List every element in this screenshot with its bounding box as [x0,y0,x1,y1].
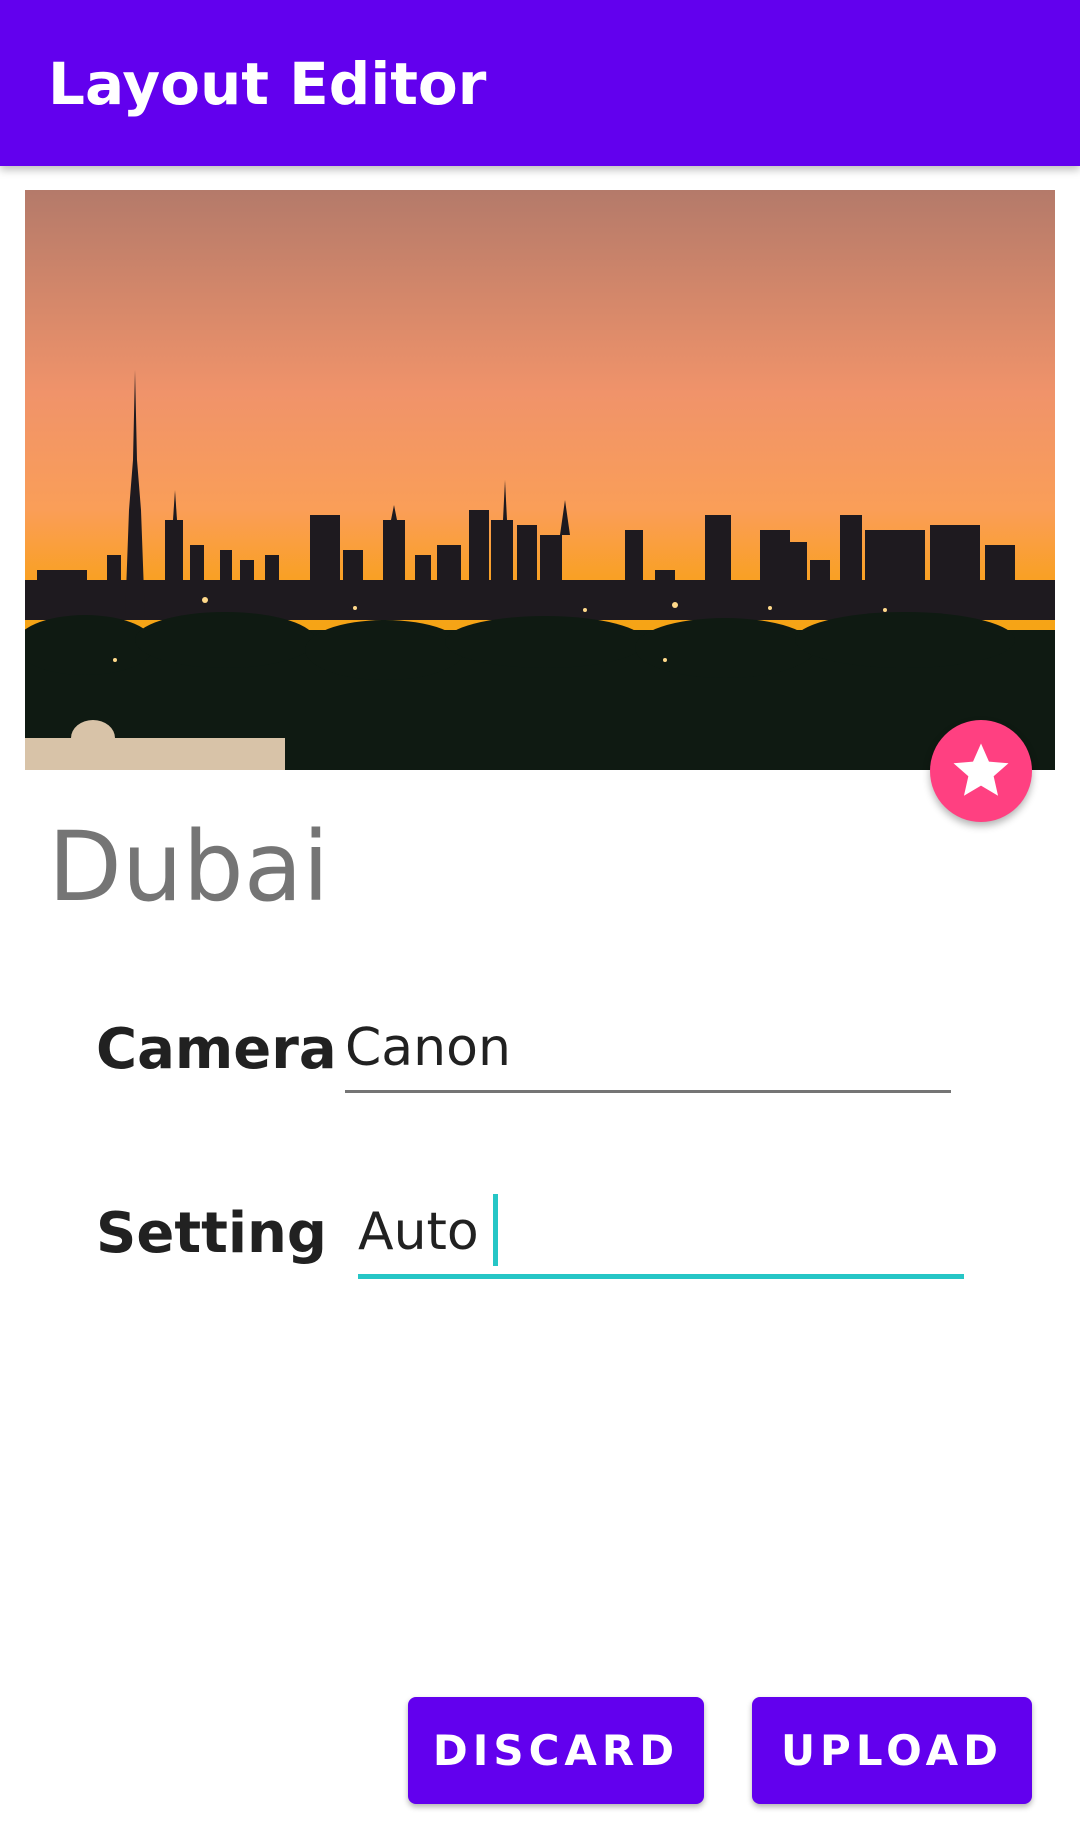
setting-label: Setting [96,1201,327,1266]
app-bar: Layout Editor [0,0,1080,166]
place-title: Dubai [48,811,330,923]
hero-image [25,190,1055,770]
setting-value-wrap: Auto [358,1194,498,1266]
camera-field[interactable]: Canon [345,1018,951,1093]
camera-value: Canon [345,1018,511,1078]
app-title: Layout Editor [48,50,487,118]
discard-button[interactable]: DISCARD [408,1697,704,1804]
upload-button[interactable]: UPLOAD [752,1697,1032,1804]
camera-label: Camera [96,1017,337,1082]
setting-field[interactable]: Auto [358,1194,964,1279]
text-cursor [492,1194,498,1266]
star-icon [953,743,1009,796]
layout-editor-screen: Layout Editor Dubai Camera Canon Setting… [0,0,1080,1846]
setting-value: Auto [358,1202,479,1262]
favorite-button[interactable] [930,720,1032,822]
